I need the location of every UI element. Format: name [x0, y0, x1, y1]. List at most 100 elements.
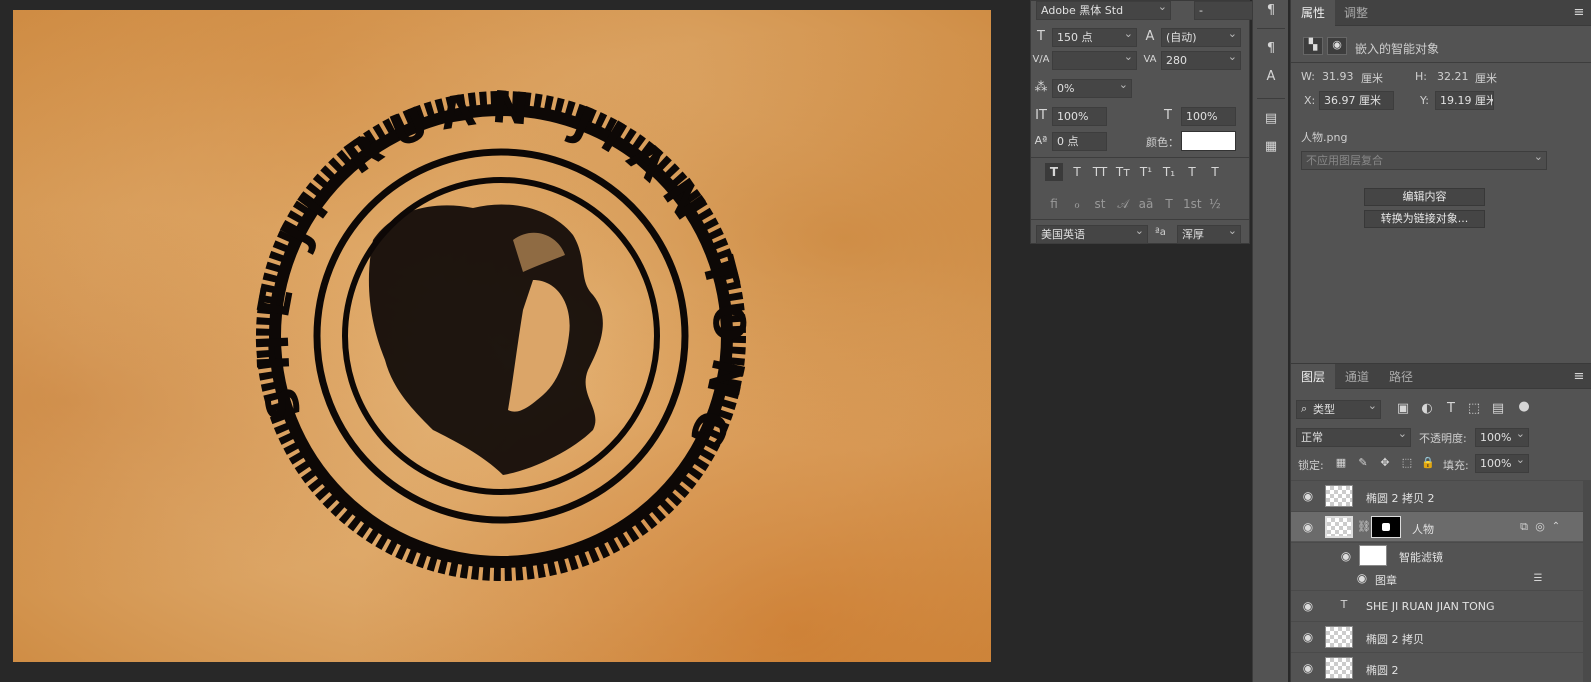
- layer-row-selected[interactable]: ◉ ⛓ 人物 ⧉ ◎ ⌃: [1291, 511, 1591, 541]
- lock-transparent-icon[interactable]: ▦: [1332, 454, 1350, 472]
- visibility-eye-icon[interactable]: ◉: [1355, 571, 1369, 585]
- layer-row[interactable]: ◉ 椭圆 2: [1291, 652, 1591, 682]
- visibility-eye-icon[interactable]: ◉: [1301, 630, 1315, 644]
- lock-image-icon[interactable]: ✎: [1354, 454, 1372, 472]
- layer-row[interactable]: ◉ 椭圆 2 拷贝: [1291, 621, 1591, 651]
- visibility-eye-icon[interactable]: ◉: [1301, 520, 1315, 534]
- width-unit: 厘米: [1361, 72, 1383, 85]
- antialias-select[interactable]: 浑厚: [1177, 225, 1241, 244]
- layer-row[interactable]: ◉ 椭圆 2 拷贝 2: [1291, 480, 1591, 510]
- tsume-field[interactable]: 0%: [1052, 79, 1132, 98]
- opentype-button-2[interactable]: st: [1091, 195, 1109, 213]
- opentype-button-1[interactable]: ℴ: [1068, 195, 1086, 213]
- tab-paths[interactable]: 路径: [1379, 364, 1423, 390]
- x-label: X:: [1304, 94, 1316, 107]
- glyphs-icon[interactable]: ▦: [1262, 138, 1280, 156]
- filter-smart-object-icon[interactable]: ▤: [1489, 400, 1507, 418]
- y-field[interactable]: 19.19 厘米: [1435, 91, 1494, 110]
- tab-properties[interactable]: 属性: [1291, 0, 1336, 26]
- language-select[interactable]: 美国英语: [1036, 225, 1148, 244]
- baseline-shift-field[interactable]: 0 点: [1052, 132, 1107, 151]
- canvas-area: SHE JI RUAN JIAN TONG: [0, 0, 1040, 682]
- filter-mask-thumbnail[interactable]: [1359, 545, 1387, 566]
- layer-name[interactable]: 椭圆 2: [1366, 662, 1399, 678]
- opacity-field[interactable]: 100%: [1475, 428, 1529, 447]
- document-canvas[interactable]: SHE JI RUAN JIAN TONG: [13, 10, 991, 662]
- style-button-0[interactable]: T: [1045, 163, 1063, 181]
- paragraph-styles-icon[interactable]: ¶: [1262, 40, 1280, 58]
- layer-name[interactable]: 人物: [1412, 521, 1434, 537]
- lock-all-icon[interactable]: 🔒: [1419, 454, 1437, 472]
- filter-type-icon[interactable]: T: [1442, 400, 1460, 418]
- layer-name[interactable]: 图章: [1375, 572, 1397, 588]
- style-button-5[interactable]: T₁: [1160, 163, 1178, 181]
- opentype-button-0[interactable]: fi: [1045, 195, 1063, 213]
- baseline-shift-icon: Aª: [1034, 134, 1048, 147]
- right-panels: 属性 调整 ≡ ▚ ◉ 嵌入的智能对象 W: 31.93 厘米 H: 32.21…: [1290, 0, 1591, 682]
- lock-position-icon[interactable]: ✥: [1376, 454, 1394, 472]
- layer-thumbnail: [1325, 485, 1353, 507]
- smart-object-icon[interactable]: ▚: [1303, 37, 1323, 55]
- tracking-field[interactable]: 280: [1161, 51, 1241, 70]
- leading-field[interactable]: (自动): [1161, 28, 1241, 47]
- x-field[interactable]: 36.97 厘米: [1319, 91, 1394, 110]
- visibility-eye-icon[interactable]: ◉: [1301, 489, 1315, 503]
- opentype-button-7[interactable]: ½: [1206, 195, 1224, 213]
- lock-artboard-icon[interactable]: ⬚: [1398, 454, 1416, 472]
- layer-row[interactable]: ◉ T SHE JI RUAN JIAN TONG: [1291, 590, 1591, 620]
- style-button-6[interactable]: T: [1183, 163, 1201, 181]
- panel-menu-icon[interactable]: ≡: [1570, 4, 1588, 22]
- kerning-field[interactable]: [1052, 51, 1137, 70]
- filter-adjustment-icon[interactable]: ◐: [1418, 400, 1436, 418]
- character-styles-icon[interactable]: A: [1262, 68, 1280, 86]
- layer-comp-select[interactable]: 不应用图层复合: [1301, 151, 1547, 170]
- layers-scrollbar[interactable]: [1583, 480, 1591, 682]
- tab-layers[interactable]: 图层: [1291, 364, 1336, 390]
- smart-filter-row[interactable]: ◉ 智能滤镜: [1291, 542, 1591, 568]
- filter-pixel-icon[interactable]: ▣: [1394, 400, 1412, 418]
- width-value[interactable]: 31.93: [1322, 70, 1354, 83]
- opentype-button-6[interactable]: 1st: [1183, 195, 1202, 213]
- opentype-button-4[interactable]: aā: [1137, 195, 1155, 213]
- filter-blending-options-icon[interactable]: ☰: [1529, 570, 1547, 588]
- blend-mode-select[interactable]: 正常: [1296, 428, 1411, 447]
- filter-toggle-icon[interactable]: ●: [1515, 398, 1533, 416]
- height-value[interactable]: 32.21: [1437, 70, 1469, 83]
- edit-contents-button[interactable]: 编辑内容: [1364, 188, 1485, 206]
- horizontal-scale-field[interactable]: 100%: [1181, 107, 1236, 126]
- font-family-select[interactable]: Adobe 黑体 Std: [1036, 1, 1171, 20]
- layer-name[interactable]: SHE JI RUAN JIAN TONG: [1366, 600, 1495, 613]
- layer-name[interactable]: 智能滤镜: [1399, 549, 1443, 565]
- style-button-7[interactable]: T: [1206, 163, 1224, 181]
- filter-kind-select[interactable]: ⌕ 类型: [1296, 400, 1381, 419]
- fill-field[interactable]: 100%: [1475, 454, 1529, 473]
- color-swatch[interactable]: [1181, 131, 1236, 151]
- vertical-scale-field[interactable]: 100%: [1052, 107, 1107, 126]
- layers-menu-icon[interactable]: ≡: [1570, 368, 1588, 386]
- style-button-4[interactable]: T¹: [1137, 163, 1155, 181]
- tab-adjustments[interactable]: 调整: [1334, 0, 1378, 26]
- visibility-eye-icon[interactable]: ◉: [1339, 549, 1353, 563]
- notes-icon[interactable]: ▤: [1262, 110, 1280, 128]
- filter-item-row[interactable]: ◉ 图章 ☰: [1291, 568, 1591, 590]
- paragraph-icon[interactable]: ¶: [1262, 2, 1280, 20]
- layer-thumbnail: [1325, 626, 1353, 648]
- tab-channels[interactable]: 通道: [1335, 364, 1379, 390]
- layer-mask-thumbnail[interactable]: [1371, 516, 1401, 538]
- visibility-eye-icon[interactable]: ◉: [1301, 599, 1315, 613]
- filter-shape-icon[interactable]: ⬚: [1465, 400, 1483, 418]
- kerning-icon: V/A: [1032, 54, 1050, 65]
- style-button-1[interactable]: T: [1068, 163, 1086, 181]
- mask-icon[interactable]: ◉: [1327, 37, 1347, 55]
- convert-to-linked-button[interactable]: 转换为链接对象...: [1364, 210, 1485, 228]
- opentype-button-3[interactable]: 𝒜: [1114, 195, 1132, 213]
- layer-name[interactable]: 椭圆 2 拷贝 2: [1366, 490, 1435, 506]
- font-size-field[interactable]: 150 点: [1052, 28, 1137, 47]
- layer-name[interactable]: 椭圆 2 拷贝: [1366, 631, 1424, 647]
- style-button-3[interactable]: Tт: [1114, 163, 1132, 181]
- style-button-2[interactable]: TT: [1091, 163, 1109, 181]
- visibility-eye-icon[interactable]: ◉: [1301, 661, 1315, 675]
- character-panel: Adobe 黑体 Std - T 150 点 A (自动) V/A VA 280…: [1030, 0, 1266, 244]
- opentype-button-5[interactable]: T: [1160, 195, 1178, 213]
- collapse-effects-icon[interactable]: ⌃: [1547, 518, 1565, 536]
